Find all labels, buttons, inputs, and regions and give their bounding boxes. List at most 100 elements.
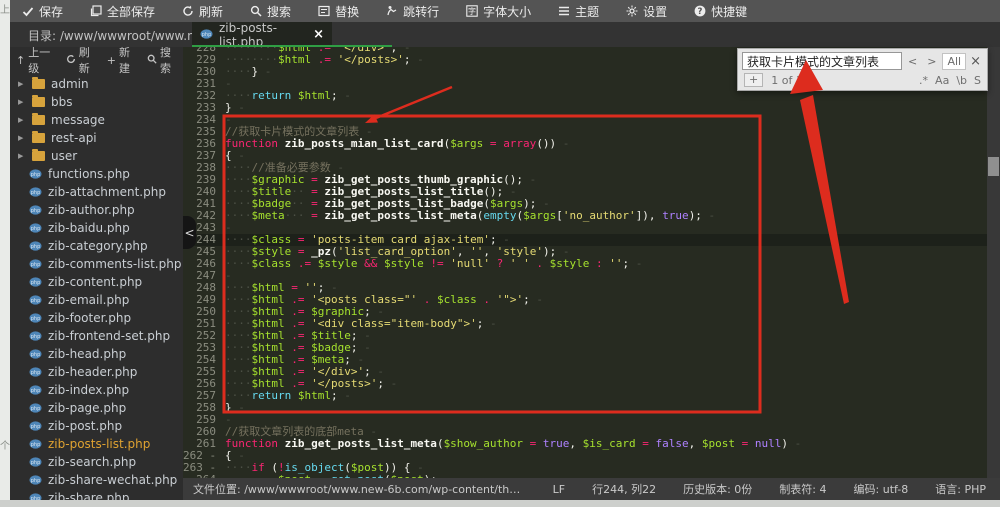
php-icon: php	[200, 28, 213, 42]
line-content: ····$class .= $style && $style != 'null'…	[225, 258, 642, 270]
code-line-246[interactable]: 246····$class .= $style && $style != 'nu…	[183, 258, 987, 270]
tree-file-zib-post.php[interactable]: phpzib-post.php	[10, 417, 183, 435]
code-editor[interactable]: 228········$html .= '</div>'; -229······…	[183, 47, 987, 478]
code-line-242[interactable]: 242····$meta··· = zib_get_posts_list_met…	[183, 210, 987, 222]
refresh-icon	[182, 5, 194, 17]
search-next-button[interactable]: >	[923, 54, 940, 69]
save-all-button[interactable]: 全部保存	[90, 3, 155, 20]
code-line-258[interactable]: 258} -	[183, 402, 987, 414]
refresh-button[interactable]: 刷新	[182, 3, 223, 20]
file-tree: ▶admin▶bbs▶message▶rest-api▶userphpfunct…	[10, 75, 183, 500]
tab-close-icon[interactable]: ×	[313, 27, 324, 42]
shortcuts-button[interactable]: ? 快捷键	[694, 3, 747, 20]
tree-file-zib-share-wechat.php[interactable]: phpzib-share-wechat.php	[10, 471, 183, 489]
tree-file-zib-comments-list.php[interactable]: phpzib-comments-list.php	[10, 255, 183, 273]
search-add-button[interactable]: +	[744, 73, 763, 87]
status-bar: 文件位置: /www/wwwroot/www.new-6b.com/wp-con…	[183, 478, 1000, 500]
php-icon: php	[29, 403, 42, 413]
tree-file-zib-baidu.php[interactable]: phpzib-baidu.php	[10, 219, 183, 237]
up-icon: ↑	[16, 54, 25, 67]
word-toggle[interactable]: \b	[956, 74, 967, 87]
editor-scrollbar-track[interactable]	[987, 47, 1000, 478]
sidebar-search-button[interactable]: 搜索	[147, 47, 177, 76]
sidebar-collapse-handle[interactable]: <	[183, 216, 196, 249]
search-close-icon[interactable]: ×	[968, 54, 983, 69]
tree-file-zib-category.php[interactable]: phpzib-category.php	[10, 237, 183, 255]
svg-text:php: php	[31, 406, 41, 412]
tree-file-zib-search.php[interactable]: phpzib-search.php	[10, 453, 183, 471]
up-level-button[interactable]: ↑ 上一级	[16, 47, 55, 76]
tree-file-zib-author.php[interactable]: phpzib-author.php	[10, 201, 183, 219]
selection-toggle[interactable]: S	[974, 74, 981, 87]
font-size-button[interactable]: 字 字体大小	[466, 3, 531, 20]
search-icon	[250, 5, 262, 17]
tree-file-zib-share.php[interactable]: phpzib-share.php	[10, 489, 183, 500]
php-icon: php	[29, 259, 42, 269]
case-toggle[interactable]: Aa	[935, 74, 949, 87]
save-label: 保存	[39, 3, 63, 20]
file-label: zib-category.php	[48, 239, 148, 253]
code-line-257[interactable]: 257····return $html; -	[183, 390, 987, 402]
folder-label: user	[51, 149, 77, 163]
chevron-right-icon[interactable]: ▶	[18, 134, 26, 142]
tree-file-functions.php[interactable]: phpfunctions.php	[10, 165, 183, 183]
php-icon: php	[29, 439, 42, 449]
search-label: 搜索	[267, 3, 291, 20]
search-prev-button[interactable]: <	[904, 54, 921, 69]
sidebar-actions: ↑ 上一级 刷新 + 新建 搜索	[10, 47, 183, 73]
search-input[interactable]	[742, 52, 902, 70]
sidebar-refresh-button[interactable]: 刷新	[66, 47, 96, 76]
tree-file-zib-frontend-set.php[interactable]: phpzib-frontend-set.php	[10, 327, 183, 345]
status-history: 历史版本: 0份	[683, 481, 752, 497]
tree-file-zib-index.php[interactable]: phpzib-index.php	[10, 381, 183, 399]
sidebar-refresh-label: 刷新	[79, 47, 96, 76]
file-label: zib-footer.php	[48, 311, 131, 325]
new-file-button[interactable]: + 新建	[107, 47, 136, 76]
file-label: zib-post.php	[48, 419, 122, 433]
search-match-count: 1 of 1	[771, 74, 803, 87]
save-button[interactable]: 保存	[22, 3, 63, 20]
status-tab-size: 制表符: 4	[779, 481, 826, 497]
chevron-right-icon[interactable]: ▶	[18, 98, 26, 106]
tree-file-zib-footer.php[interactable]: phpzib-footer.php	[10, 309, 183, 327]
chevron-right-icon[interactable]: ▶	[18, 152, 26, 160]
tab-zib-posts-list[interactable]: php zib-posts-list.php ×	[192, 22, 332, 47]
tree-folder-message[interactable]: ▶ message	[10, 111, 183, 129]
php-icon: php	[29, 367, 42, 377]
chevron-right-icon[interactable]: ▶	[18, 80, 26, 88]
tree-file-zib-head.php[interactable]: phpzib-head.php	[10, 345, 183, 363]
tree-folder-rest-api[interactable]: ▶rest-api	[10, 129, 183, 147]
file-label: zib-frontend-set.php	[48, 329, 170, 343]
replace-button[interactable]: 替换	[318, 3, 359, 20]
tree-file-zib-attachment.php[interactable]: phpzib-attachment.php	[10, 183, 183, 201]
tree-file-zib-header.php[interactable]: phpzib-header.php	[10, 363, 183, 381]
chevron-right-icon[interactable]: ▶	[18, 116, 26, 124]
path-tab-bar: 目录: /www/wwwroot/www.new-6... php zib-po…	[10, 22, 1000, 47]
php-icon: php	[29, 385, 42, 395]
folder-label: admin	[51, 77, 89, 91]
editor-scrollbar-thumb[interactable]	[988, 157, 999, 176]
theme-button[interactable]: 主题	[558, 3, 599, 20]
settings-button[interactable]: 设置	[626, 3, 667, 20]
file-sidebar: ↑ 上一级 刷新 + 新建 搜索 ▶admin▶bbs▶message▶rest…	[10, 47, 183, 500]
php-icon: php	[29, 277, 42, 287]
goto-line-label: 跳转行	[403, 3, 439, 20]
folder-label: message	[51, 113, 105, 127]
code-line-233[interactable]: 233} -	[183, 102, 987, 114]
search-button[interactable]: 搜索	[250, 3, 291, 20]
svg-text:php: php	[31, 460, 41, 466]
tree-folder-admin[interactable]: ▶ admin	[10, 75, 183, 93]
tree-file-zib-email.php[interactable]: phpzib-email.php	[10, 291, 183, 309]
tree-folder-bbs[interactable]: ▶bbs	[10, 93, 183, 111]
tree-folder-user[interactable]: ▶ user	[10, 147, 183, 165]
code-line-236[interactable]: 236function zib_posts_mian_list_card($ar…	[183, 138, 987, 150]
regex-toggle[interactable]: .*	[919, 74, 928, 87]
tree-file-zib-page.php[interactable]: phpzib-page.php	[10, 399, 183, 417]
code-line-261[interactable]: 261function zib_get_posts_list_meta($sho…	[183, 438, 987, 450]
tree-file-zib-posts-list.php[interactable]: phpzib-posts-list.php	[10, 435, 183, 453]
search-all-button[interactable]: All	[942, 53, 966, 70]
svg-text:php: php	[31, 370, 41, 376]
code-line-232[interactable]: 232····return $html; -	[183, 90, 987, 102]
tree-file-zib-content.php[interactable]: phpzib-content.php	[10, 273, 183, 291]
goto-line-button[interactable]: 跳转行	[386, 3, 439, 20]
